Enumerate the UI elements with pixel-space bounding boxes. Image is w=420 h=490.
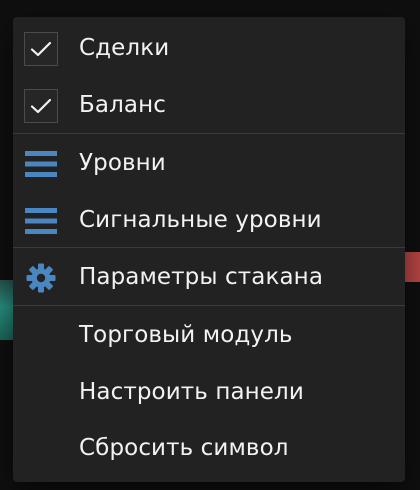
menu-item-signal-levels[interactable]: Сигнальные уровни [13,193,405,247]
checkmark-icon [30,41,52,57]
deals-checkbox[interactable] [24,32,58,66]
context-menu: Сделки Баланс Уровни Сигнальные уровни П… [13,17,405,482]
menu-divider [13,133,405,134]
hamburger-icon [24,204,58,238]
menu-item-configure-panels[interactable]: Настроить панели [13,365,405,419]
menu-item-levels[interactable]: Уровни [13,136,405,190]
menu-item-label: Параметры стакана [79,264,324,290]
menu-item-label: Сбросить символ [79,435,289,461]
menu-divider [13,305,405,306]
menu-item-label: Уровни [79,150,166,176]
hamburger-icon [24,147,58,181]
menu-item-reset-symbol[interactable]: Сбросить символ [13,421,405,475]
checkmark-icon [30,98,52,114]
gear-icon [24,261,58,295]
menu-divider [13,247,405,248]
menu-item-deals[interactable]: Сделки [13,21,405,75]
menu-item-label: Сигнальные уровни [79,207,322,233]
menu-item-orderbook-settings[interactable]: Параметры стакана [13,250,405,304]
menu-item-label: Сделки [79,35,170,61]
menu-item-label: Настроить панели [79,379,304,405]
balance-checkbox[interactable] [24,89,58,123]
chart-candle-fragment [0,280,14,340]
menu-item-balance[interactable]: Баланс [13,78,405,132]
menu-item-label: Баланс [79,92,166,118]
menu-item-trading-module[interactable]: Торговый модуль [13,308,405,362]
menu-item-label: Торговый модуль [79,322,293,348]
